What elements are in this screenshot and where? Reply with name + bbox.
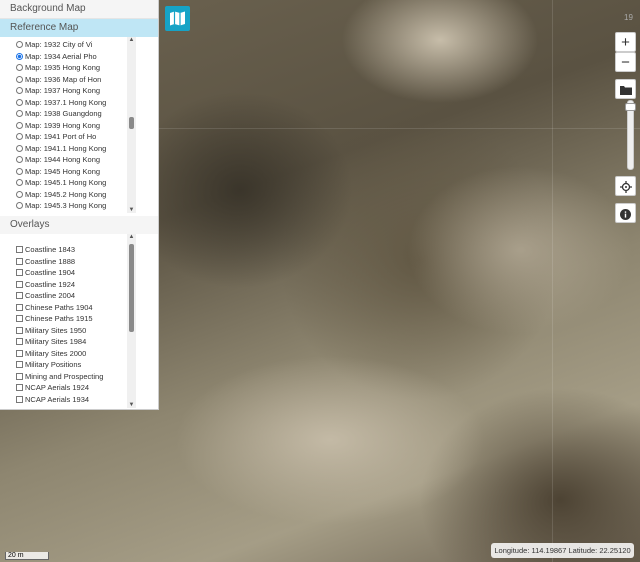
overlay-label: Coastline 1904 <box>25 268 76 277</box>
scroll-up-icon[interactable]: ▲ <box>127 37 136 43</box>
coordinate-readout: Longitude: 114.19867 Latitude: 22.25120 <box>491 543 634 558</box>
scroll-thumb[interactable] <box>129 244 134 332</box>
reference-map-label: Map: 1941.1 Hong Kong <box>25 143 107 153</box>
reference-map-header[interactable]: Reference Map <box>0 19 158 37</box>
radio-button[interactable] <box>16 110 23 118</box>
reference-map-label: Map: 1945.2 Hong Kong <box>25 189 107 199</box>
reference-map-label: Map: 1935 Hong Kong <box>25 63 101 72</box>
reference-map-label: Map: 1939 Hong Kong <box>25 120 101 130</box>
checkbox[interactable] <box>16 246 23 254</box>
overlay-label: Military Sites 1950 <box>25 325 87 335</box>
reference-map-label: Map: 1945.3 Hong Kong <box>25 201 107 210</box>
scroll-down-icon[interactable]: ▼ <box>127 402 136 408</box>
reference-map-label: Map: 1937 Hong Kong <box>25 86 101 95</box>
overlay-label: Coastline 1924 <box>25 279 76 289</box>
overlay-label: Chinese Paths 1904 <box>25 302 93 312</box>
layers-toggle-button[interactable] <box>165 6 190 31</box>
radio-button[interactable] <box>16 87 23 95</box>
radio-button[interactable] <box>16 167 23 175</box>
overlay-label: Coastline 1843 <box>25 245 76 254</box>
zoom-in-button[interactable]: + <box>615 32 636 52</box>
radio-button[interactable] <box>16 75 23 83</box>
checkbox[interactable] <box>16 338 23 346</box>
checkbox[interactable] <box>16 372 23 380</box>
checkbox[interactable] <box>16 257 23 265</box>
overlay-label: Coastline 1888 <box>25 256 76 266</box>
folder-icon <box>619 86 632 96</box>
map-icon <box>170 11 185 26</box>
grid-line <box>552 0 553 562</box>
layer-panel: Background Map Reference Map Map: 1932 C… <box>0 0 159 410</box>
checkbox[interactable] <box>16 361 23 369</box>
zoom-level: 19 <box>624 13 633 22</box>
scroll-up-icon[interactable]: ▲ <box>127 234 136 240</box>
open-file-button[interactable] <box>615 79 636 99</box>
reference-map-label: Map: 1945 Hong Kong <box>25 166 101 176</box>
overlay-label: Military Sites 1984 <box>25 337 87 346</box>
radio-button[interactable] <box>16 144 23 152</box>
radio-button[interactable] <box>16 121 23 129</box>
checkbox[interactable] <box>16 269 23 277</box>
scale-bar: 20 m <box>5 552 49 560</box>
radio-button[interactable] <box>16 156 23 164</box>
reference-map-label: Map: 1944 Hong Kong <box>25 155 101 164</box>
locate-button[interactable] <box>615 176 636 196</box>
reference-map-list: Map: 1932 City of Vi Map: 1934 Aerial Pho… <box>0 37 158 215</box>
checkbox[interactable] <box>16 349 23 357</box>
scroll-thumb[interactable] <box>129 117 134 129</box>
radio-button[interactable] <box>16 64 23 72</box>
info-button[interactable] <box>615 203 636 223</box>
checkbox[interactable] <box>16 315 23 323</box>
overlay-label: Military Positions <box>25 360 82 369</box>
reference-map-label: Map: 1938 Guangdong <box>25 109 102 118</box>
crosshair-icon <box>619 181 632 194</box>
reference-list-scrollbar[interactable]: ▲ ▼ <box>127 37 136 213</box>
radio-button[interactable] <box>16 41 23 49</box>
checkbox[interactable] <box>16 384 23 392</box>
reference-map-label: Map: 1945.1 Hong Kong <box>25 178 107 187</box>
radio-button[interactable] <box>16 190 23 198</box>
checkbox[interactable] <box>16 326 23 334</box>
reference-map-label: Map: 1941 Port of Ho <box>25 132 97 141</box>
overlay-label: Mining and Prospecting <box>25 371 104 381</box>
checkbox[interactable] <box>16 303 23 311</box>
radio-button[interactable] <box>16 98 23 106</box>
zoom-out-button[interactable]: − <box>615 52 636 72</box>
overlays-header[interactable]: Overlays <box>0 216 158 234</box>
overlay-list: Coastline 1843 Coastline 1888 Coastline 19… <box>0 234 158 418</box>
checkbox[interactable] <box>16 292 23 300</box>
checkbox[interactable] <box>16 280 23 288</box>
overlay-label: Coastline 2004 <box>25 291 76 300</box>
scroll-down-icon[interactable]: ▼ <box>127 207 136 213</box>
radio-button[interactable] <box>16 133 23 141</box>
radio-button[interactable] <box>16 202 23 210</box>
zoom-slider-thumb[interactable] <box>625 103 636 112</box>
overlay-label: NCAP Aerials 1934 <box>25 394 90 404</box>
overlay-label: Military Sites 2000 <box>25 348 87 358</box>
reference-map-label: Map: 1936 Map of Hon <box>25 74 102 84</box>
radio-button[interactable] <box>16 179 23 187</box>
reference-map-label: Map: 1937.1 Hong Kong <box>25 97 107 107</box>
reference-map-label: Map: 1932 City of Vi <box>25 40 93 49</box>
overlay-label: Chinese Paths 1915 <box>25 314 93 323</box>
reference-map-label: Map: 1934 Aerial Pho <box>25 51 97 61</box>
background-map-header[interactable]: Background Map <box>0 0 158 19</box>
info-icon <box>620 208 631 220</box>
checkbox[interactable] <box>16 395 23 403</box>
radio-button[interactable] <box>16 52 23 60</box>
overlay-label: NCAP Aerials 1924 <box>25 383 90 392</box>
overlay-list-scrollbar[interactable]: ▲ ▼ <box>127 234 136 408</box>
